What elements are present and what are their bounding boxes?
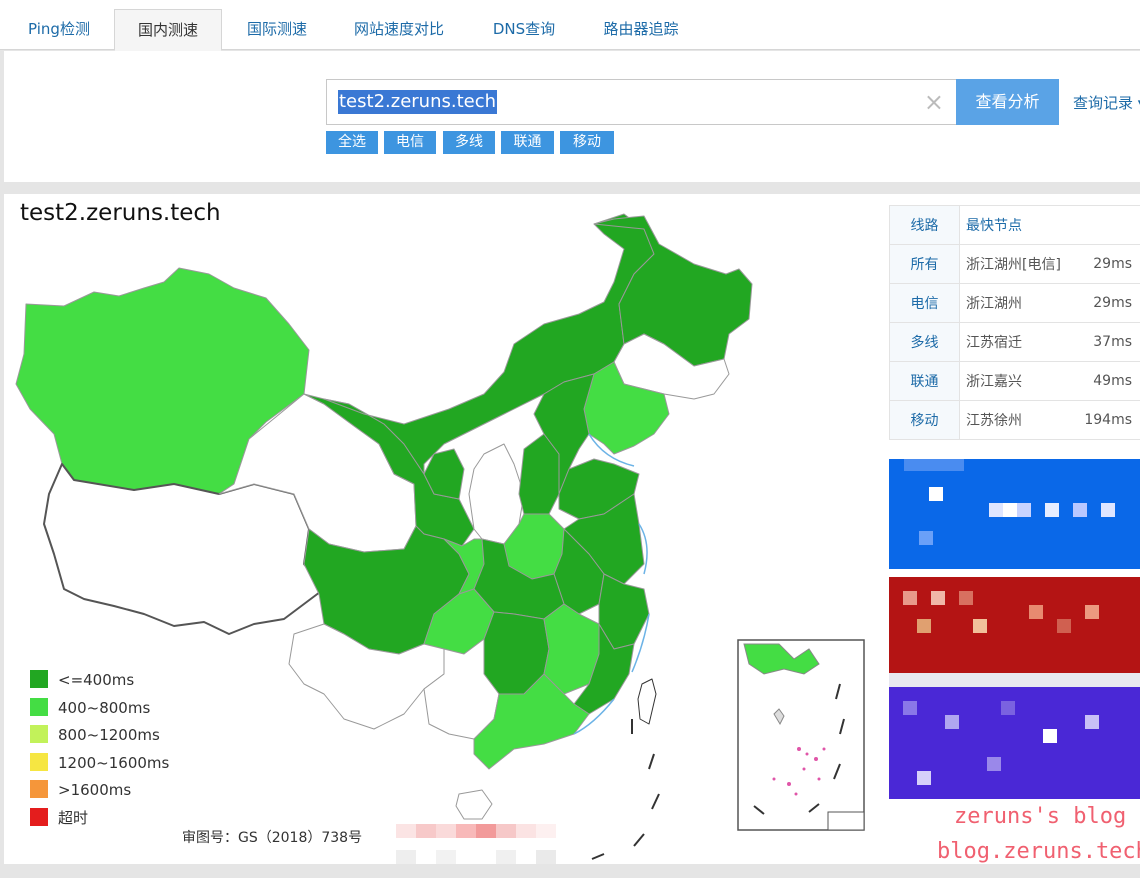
map-approval-number: 审图号：GS（2018）738号 [182,830,363,846]
table-row: 移动 江苏徐州 194ms [889,400,1140,440]
filter-unicom-button[interactable]: 联通 [501,131,554,154]
nine-dash-line [591,719,660,860]
clear-icon[interactable]: × [924,89,944,115]
legend-label: 1200~1600ms [58,753,170,772]
pixelated-blur [396,824,556,864]
filter-telecom-button[interactable]: 电信 [384,131,436,154]
result-panel: test2.zeruns.tech <=400ms 400~800ms 800~… [4,194,1140,864]
node-cell: 浙江湖州 [959,283,1071,323]
tab-site-compare[interactable]: 网站速度对比 [334,9,464,50]
legend-label: 超时 [58,808,89,827]
pixelated-ad-banner[interactable] [889,459,1140,799]
tab-international-speed[interactable]: 国际测速 [226,9,328,50]
legend-swatch [30,697,48,716]
watermark-blog-name: zeruns's blog [954,804,1127,829]
legend-swatch [30,725,48,744]
page-footer-strip [0,864,1140,878]
filter-multiline-button[interactable]: 多线 [443,131,495,154]
column-header-line: 线路 [889,205,960,245]
latency-cell: 49ms [1070,361,1140,401]
legend-label: >1600ms [58,781,132,800]
node-cell: 浙江嘉兴 [959,361,1071,401]
node-cell: 江苏宿迁 [959,322,1071,362]
legend-swatch [30,780,48,799]
query-history-link[interactable]: 查询记录 ▾ [1073,92,1140,113]
domain-search-input[interactable]: test2.zeruns.tech × [326,79,957,125]
latency-cell: 29ms [1070,244,1140,284]
table-row: 多线 江苏宿迁 37ms [889,322,1140,362]
legend-label: 800~1200ms [58,726,160,745]
legend-swatch [30,752,48,771]
table-header-row: 线路 最快节点 [889,205,1140,245]
legend-label: 400~800ms [58,698,151,717]
tab-domestic-speed[interactable]: 国内测速 [114,9,222,51]
latency-cell: 29ms [1070,283,1140,323]
node-cell: 浙江湖州[电信] [959,244,1071,284]
search-input-value[interactable]: test2.zeruns.tech [338,90,498,114]
analyze-button[interactable]: 查看分析 [956,79,1059,125]
tab-dns-query[interactable]: DNS查询 [476,9,572,50]
line-cell: 多线 [889,322,960,362]
filter-mobile-button[interactable]: 移动 [560,131,614,154]
line-cell: 移动 [889,400,960,440]
search-panel: test2.zeruns.tech × 查看分析 查询记录 ▾ 全选 电信 多线… [4,51,1140,182]
tab-bar: Ping检测 国内测速 国际测速 网站速度对比 DNS查询 路由器追踪 [0,0,1140,51]
filter-select-all-button[interactable]: 全选 [326,131,378,154]
node-cell: 江苏徐州 [959,400,1071,440]
column-header-latency [1070,205,1140,245]
tab-route-trace[interactable]: 路由器追踪 [586,9,696,50]
latency-cell: 194ms [1070,400,1140,440]
table-row: 所有 浙江湖州[电信] 29ms [889,244,1140,284]
fastest-node-table: 线路 最快节点 所有 浙江湖州[电信] 29ms 电信 浙江湖州 29ms 多线… [889,205,1140,440]
south-china-sea-inset [737,639,865,831]
line-cell: 所有 [889,244,960,284]
line-cell: 联通 [889,361,960,401]
legend-swatch [30,670,48,688]
region-taiwan[interactable] [637,678,657,725]
line-cell: 电信 [889,283,960,323]
latency-cell: 37ms [1070,322,1140,362]
table-row: 联通 浙江嘉兴 49ms [889,361,1140,401]
legend-label: <=400ms [58,671,135,689]
watermark-blog-url: blog.zeruns.tech [937,839,1140,864]
region-hainan[interactable] [455,789,493,820]
column-header-fastest-node: 最快节点 [959,205,1071,245]
tab-ping[interactable]: Ping检测 [8,9,110,50]
table-row: 电信 浙江湖州 29ms [889,283,1140,323]
legend-swatch [30,807,48,826]
